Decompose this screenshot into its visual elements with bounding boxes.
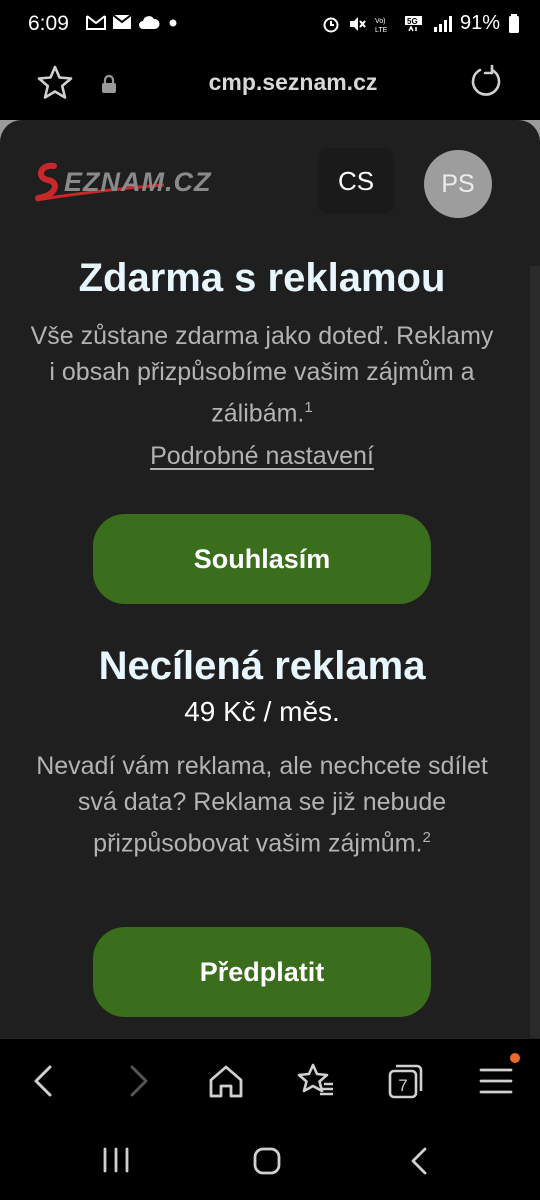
reload-icon[interactable] — [468, 64, 504, 100]
status-time: 6:09 — [28, 12, 69, 35]
subscribe-button[interactable]: Předplatit — [93, 927, 431, 1017]
paid-option-description: Nevadí vám reklama, ale nechcete sdílet … — [30, 748, 494, 861]
alarm-icon — [323, 17, 339, 32]
mute-icon — [349, 16, 366, 31]
user-avatar[interactable]: PS — [424, 150, 492, 218]
free-option-title: Zdarma s reklamou — [78, 256, 446, 300]
seznam-logo: EZNAM.CZ — [35, 162, 212, 202]
language-switch-button[interactable]: CS — [318, 148, 394, 214]
volte-icon: Vo) LTE — [375, 18, 388, 33]
battery-icon — [509, 13, 519, 33]
bookmarks-icon[interactable] — [296, 1061, 336, 1101]
notification-icons — [86, 14, 180, 30]
status-bar: 6:09 Vo) LTE 5G 91% — [0, 0, 540, 50]
home-icon[interactable] — [206, 1061, 246, 1101]
footnote-1: 1 — [304, 399, 313, 416]
tabs-icon[interactable]: 7 — [386, 1061, 426, 1101]
paid-option-title: Necílená reklama — [98, 644, 426, 688]
gmail-icon — [86, 15, 106, 30]
recent-apps-icon[interactable] — [100, 1146, 132, 1174]
paid-option-price: 49 Kč / měs. — [184, 696, 340, 727]
agree-button[interactable]: Souhlasím — [93, 514, 431, 604]
battery-percent: 91% — [459, 12, 500, 34]
menu-icon[interactable] — [476, 1061, 516, 1101]
mail-icon — [112, 14, 132, 29]
notification-dot — [510, 1053, 520, 1063]
system-icons: Vo) LTE 5G 91% — [322, 12, 520, 35]
paid-option-text: Nevadí vám reklama, ale nechcete sdílet … — [36, 752, 488, 858]
back-icon[interactable] — [24, 1061, 64, 1101]
free-option-description: Vše zůstane zdarma jako doteď. Reklamy i… — [30, 318, 494, 431]
svg-text:Vo): Vo) — [375, 18, 386, 25]
forward-icon[interactable] — [118, 1061, 158, 1101]
url-text[interactable]: cmp.seznam.cz — [150, 69, 436, 96]
free-option-text: Vše zůstane zdarma jako doteď. Reklamy i… — [30, 322, 494, 428]
back-nav-icon[interactable] — [406, 1146, 432, 1176]
lock-icon[interactable] — [100, 74, 118, 94]
browser-url-bar: cmp.seznam.cz — [0, 50, 540, 120]
dot-icon — [169, 19, 177, 27]
consent-dialog: EZNAM.CZ CS PS Zdarma s reklamou Vše zůs… — [0, 120, 540, 1040]
signal-icon — [433, 15, 452, 32]
bookmark-star-icon[interactable] — [36, 64, 74, 102]
browser-toolbar: 7 — [0, 1038, 540, 1121]
footnote-2: 2 — [422, 829, 431, 846]
5g-icon: 5G — [404, 15, 422, 31]
system-nav-bar — [0, 1120, 540, 1200]
home-nav-icon[interactable] — [252, 1146, 282, 1176]
svg-text:EZNAM.CZ: EZNAM.CZ — [64, 167, 212, 197]
svg-text:LTE: LTE — [375, 27, 388, 33]
svg-text:5G: 5G — [407, 17, 418, 26]
detailed-settings-link[interactable]: Podrobné nastavení — [0, 442, 524, 471]
scrollbar[interactable] — [530, 266, 540, 1040]
tab-count: 7 — [398, 1076, 407, 1095]
cloud-icon — [139, 16, 160, 29]
